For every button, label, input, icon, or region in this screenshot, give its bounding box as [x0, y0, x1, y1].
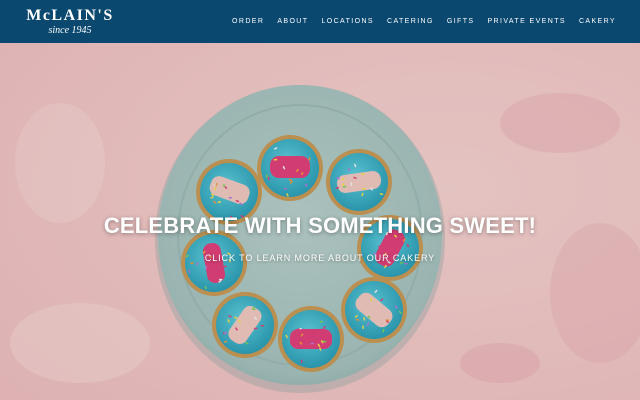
site-header: McLAIN'S since 1945 ORDER ABOUT LOCATION…	[0, 0, 640, 43]
nav-cakery[interactable]: CAKERY	[579, 18, 616, 25]
hero-headline: CELEBRATE WITH SOMETHING SWEET!	[103, 213, 537, 238]
main-nav: ORDER ABOUT LOCATIONS CATERING GIFTS PRI…	[232, 0, 616, 43]
mclains-logo[interactable]: McLAIN'S since 1945	[24, 8, 116, 38]
logo-tagline: since 1945	[48, 25, 92, 36]
nav-about[interactable]: ABOUT	[277, 18, 308, 25]
nav-private-events[interactable]: PRIVATE EVENTS	[487, 18, 565, 25]
cakery-link[interactable]: CLICK TO LEARN MORE ABOUT OUR CAKERY	[0, 253, 640, 263]
nav-gifts[interactable]: GIFTS	[447, 18, 475, 25]
hero-banner[interactable]: CELEBRATE WITH SOMETHING SWEET! CLICK TO…	[0, 43, 640, 400]
logo-wordmark: McLAIN'S	[26, 7, 114, 24]
nav-order[interactable]: ORDER	[232, 18, 264, 25]
nav-catering[interactable]: CATERING	[387, 18, 434, 25]
nav-locations[interactable]: LOCATIONS	[321, 18, 374, 25]
